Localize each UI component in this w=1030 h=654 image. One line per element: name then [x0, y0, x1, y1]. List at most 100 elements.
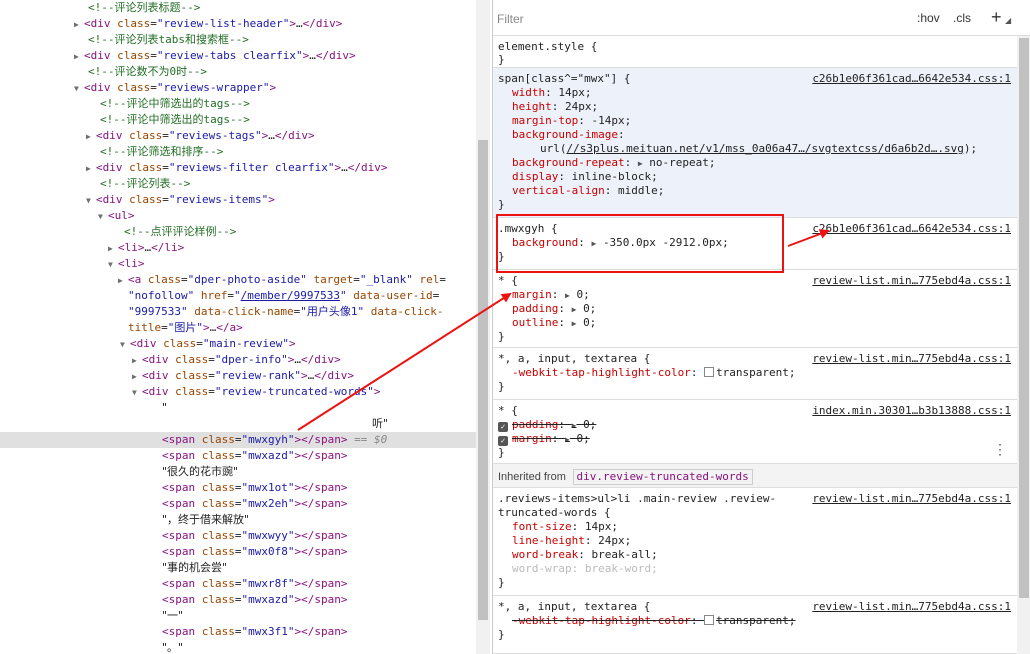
- rule-source-link[interactable]: review-list.min…775ebd4a.css:1: [812, 352, 1011, 365]
- css-declaration[interactable]: font-size: 14px;: [498, 520, 618, 534]
- hover-state-toggle[interactable]: :hov: [917, 11, 940, 25]
- dom-node-div[interactable]: ▼ <div class="reviews-wrapper">: [74, 80, 276, 96]
- dom-span-mwxazd[interactable]: <span class="mwxazd"></span>: [162, 448, 347, 464]
- dom-anchor-node[interactable]: "9997533" data-click-name="用户头像1" data-c…: [128, 304, 444, 320]
- class-toggle[interactable]: .cls: [953, 11, 971, 25]
- dom-node-div[interactable]: ▼ <div class="review-truncated-words">: [132, 384, 380, 400]
- css-declaration[interactable]: ✓ padding: ▶ 0;: [498, 418, 596, 432]
- corner-arrow-icon[interactable]: ◢: [1005, 16, 1011, 25]
- dom-span-mwx1ot[interactable]: <span class="mwx1ot"></span>: [162, 480, 347, 496]
- dom-span-mwx0f8[interactable]: <span class="mwx0f8"></span>: [162, 544, 347, 560]
- dom-comment: <!--评论列表-->: [100, 177, 191, 190]
- dom-span-mwxwyy[interactable]: <span class="mwxwyy"></span>: [162, 528, 347, 544]
- new-rule-button[interactable]: +: [991, 7, 1002, 28]
- dom-comment: <!--评论中筛选出的tags-->: [100, 97, 250, 110]
- dom-anchor-node[interactable]: title="图片">…</a>: [128, 320, 243, 336]
- dom-text-node: "。": [162, 641, 184, 654]
- css-declaration[interactable]: url(//s3plus.meituan.net/v1/mss_0a06a47……: [498, 142, 977, 156]
- css-declaration[interactable]: width: 14px;: [498, 86, 592, 100]
- dom-node-div[interactable]: ▶ <div class="review-list-header">…</div>: [74, 16, 342, 32]
- rule-close-brace: }: [498, 330, 505, 343]
- rule-source-link[interactable]: review-list.min…775ebd4a.css:1: [812, 600, 1011, 613]
- css-declaration[interactable]: background-image:: [498, 128, 625, 142]
- css-declaration[interactable]: height: 24px;: [498, 100, 598, 114]
- css-declaration[interactable]: -webkit-tap-highlight-color: transparent…: [498, 614, 796, 628]
- color-swatch-icon: [704, 367, 715, 377]
- dom-node-div[interactable]: ▶ <div class="review-tabs clearfix">…</di…: [74, 48, 356, 64]
- rule-source-link[interactable]: review-list.min…775ebd4a.css:1: [812, 274, 1011, 287]
- rule-source-link[interactable]: review-list.min…775ebd4a.css:1: [812, 492, 1011, 505]
- dom-node-div[interactable]: ▶ <div class="review-rank">…</div>: [132, 368, 354, 384]
- dom-comment: <!--评论列表标题-->: [88, 1, 201, 14]
- rule-close-brace: }: [498, 198, 505, 211]
- dom-span-mwx3f1[interactable]: <span class="mwx3f1"></span>: [162, 624, 347, 640]
- rule-close-brace: }: [498, 446, 505, 459]
- dom-span-mwxazd[interactable]: <span class="mwxazd"></span>: [162, 592, 347, 608]
- css-rule: * { review-list.min…775ebd4a.css:1 margin:…: [493, 270, 1017, 348]
- element-style-selector[interactable]: element.style {: [498, 40, 597, 54]
- dom-node-div[interactable]: ▶ <div class="reviews-tags">…</div>: [86, 128, 315, 144]
- rule-selector[interactable]: * {: [498, 274, 518, 288]
- dom-comment: <!--评论数不为0时-->: [88, 65, 207, 78]
- elements-dom-tree[interactable]: <!--评论列表标题--> ▶ <div class="review-list-he…: [0, 0, 490, 654]
- checkbox-checked-icon: ✓: [498, 436, 508, 446]
- css-declaration[interactable]: ✓ margin: ▶ 0;: [498, 432, 590, 446]
- dom-comment: <!--点评评论样例-->: [124, 225, 237, 238]
- dom-node-ul[interactable]: ▼ <ul>: [98, 208, 135, 224]
- rule-source-link[interactable]: index.min.30301…b3b13888.css:1: [812, 404, 1011, 417]
- dom-comment: <!--评论列表tabs和搜索框-->: [88, 33, 249, 46]
- dom-comment: <!--评论筛选和排序-->: [100, 145, 224, 158]
- dom-node-div[interactable]: ▼ <div class="reviews-items">: [86, 192, 275, 208]
- dom-span-mwx2eh[interactable]: <span class="mwx2eh"></span>: [162, 496, 347, 512]
- dom-span-mwxgyh[interactable]: ...<span class="mwxgyh"></span> == $0: [0, 432, 476, 448]
- css-declaration[interactable]: display: inline-block;: [498, 170, 658, 184]
- dom-text-node: "，终于借来解放": [162, 513, 250, 526]
- css-declaration[interactable]: margin: ▶ 0;: [498, 288, 590, 302]
- rule-source-link[interactable]: c26b1e06f361cad…6642e534.css:1: [812, 72, 1011, 85]
- dom-comment: <!--评论中筛选出的tags-->: [100, 113, 250, 126]
- rule-selector[interactable]: .reviews-items>ul>li .main-review .revie…: [498, 492, 776, 506]
- rule-selector[interactable]: span[class^="mwx"] {: [498, 72, 630, 86]
- rule-selector[interactable]: truncated-words {: [498, 506, 611, 520]
- rule-source-link[interactable]: c26b1e06f361cad…6642e534.css:1: [812, 222, 1011, 235]
- styles-pane: :hov .cls + ◢ element.style {}span[class…: [492, 0, 1030, 654]
- rule-selector[interactable]: *, a, input, textarea {: [498, 352, 650, 366]
- inherited-from-label[interactable]: Inherited from div.review-truncated-word…: [498, 469, 753, 485]
- css-declaration[interactable]: line-height: 24px;: [498, 534, 631, 548]
- rule-close-brace: }: [498, 576, 505, 589]
- color-swatch-icon: [704, 615, 715, 625]
- dom-node-li[interactable]: ▼ <li>: [108, 256, 145, 272]
- css-declaration[interactable]: word-break: break-all;: [498, 548, 658, 562]
- css-declaration[interactable]: background-repeat: ▶ no-repeat;: [498, 156, 716, 170]
- dom-span-mwxr8f[interactable]: <span class="mwxr8f"></span>: [162, 576, 347, 592]
- styles-scrollbar-thumb[interactable]: [1019, 38, 1029, 598]
- inherited-header: Inherited from div.review-truncated-word…: [493, 464, 1017, 488]
- rule-close-brace: }: [498, 53, 505, 66]
- dom-scrollbar-thumb[interactable]: [478, 140, 488, 620]
- css-declaration[interactable]: outline: ▶ 0;: [498, 316, 596, 330]
- css-declaration[interactable]: vertical-align: middle;: [498, 184, 664, 198]
- css-rule: * { index.min.30301…b3b13888.css:1 ✓ paddin…: [493, 400, 1017, 464]
- more-options-icon[interactable]: ⋮: [993, 442, 1007, 458]
- styles-filter-input[interactable]: [497, 10, 877, 28]
- css-declaration[interactable]: -webkit-tap-highlight-color: transparent…: [498, 366, 796, 380]
- rule-selector[interactable]: * {: [498, 404, 518, 418]
- rule-selector[interactable]: *, a, input, textarea {: [498, 600, 650, 614]
- css-declaration[interactable]: word-wrap: break-word;: [498, 562, 658, 576]
- dom-node-div[interactable]: ▶ <div class="dper-info">…</div>: [132, 352, 341, 368]
- dom-node-div[interactable]: ▶ <div class="reviews-filter clearfix">…<…: [86, 160, 387, 176]
- dom-node-li[interactable]: ▶ <li>…</li>: [108, 240, 184, 256]
- dom-anchor-node[interactable]: "nofollow" href="/member/9997533" data-u…: [128, 288, 439, 304]
- dom-node-div[interactable]: ▼ <div class="main-review">: [120, 336, 296, 352]
- styles-filter-bar: :hov .cls + ◢: [493, 0, 1030, 36]
- css-rule: span[class^="mwx"] { c26b1e06f361cad…6642…: [493, 68, 1017, 218]
- dom-anchor-node[interactable]: ▶ <a class="dper-photo-aside" target="_bl…: [118, 272, 446, 288]
- css-declaration[interactable]: padding: ▶ 0;: [498, 302, 596, 316]
- inherited-css-rule: *, a, input, textarea { review-list.min…7…: [493, 596, 1017, 654]
- rule-close-brace: }: [498, 628, 505, 641]
- checkbox-checked-icon: ✓: [498, 422, 508, 432]
- css-declaration[interactable]: margin-top: -14px;: [498, 114, 631, 128]
- rule-close-brace: }: [498, 380, 505, 393]
- dom-text-node: "一": [162, 609, 184, 622]
- dom-text-node: "事的机会尝": [162, 561, 228, 574]
